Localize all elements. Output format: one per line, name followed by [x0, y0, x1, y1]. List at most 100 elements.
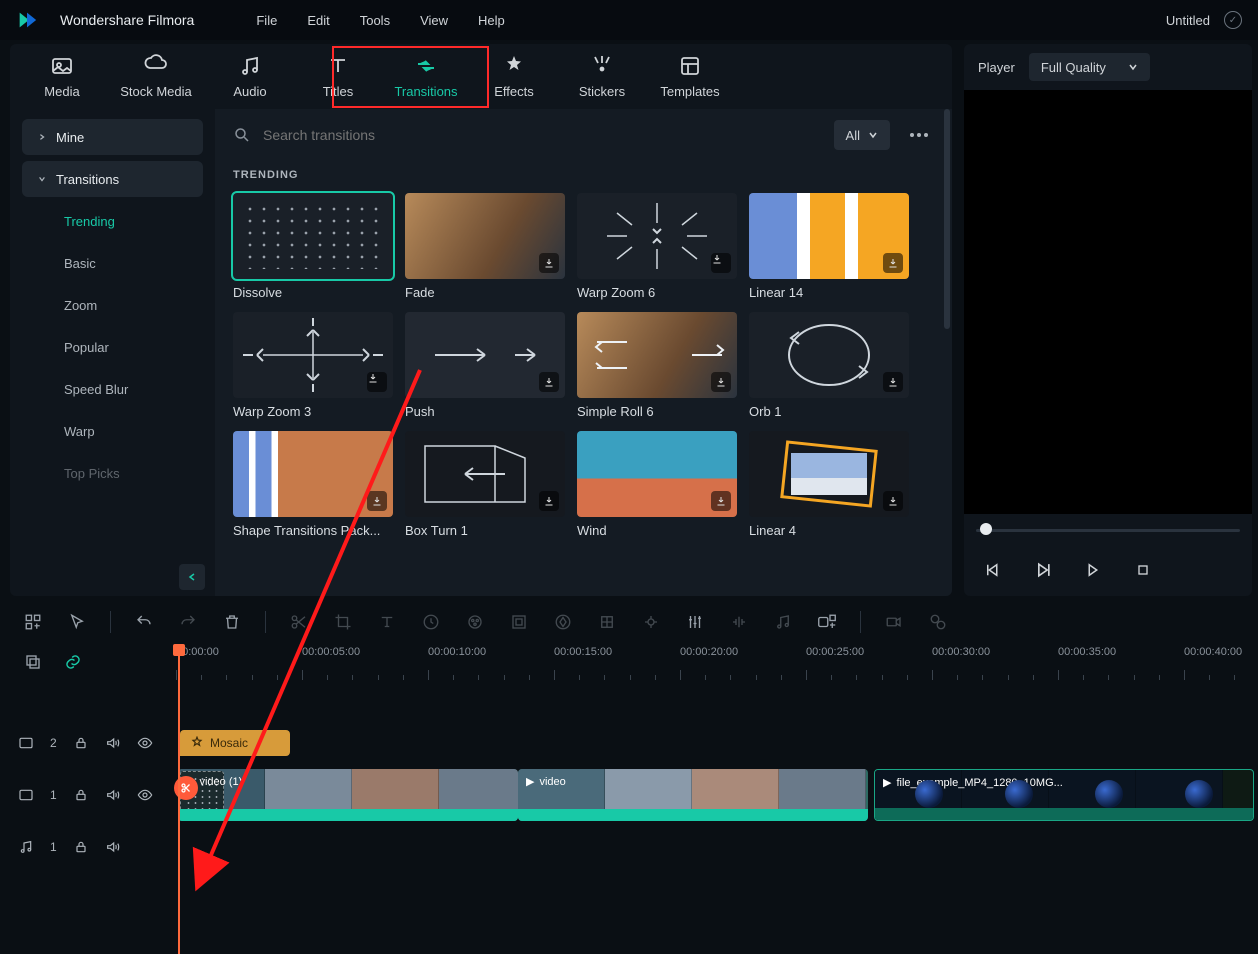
lock-icon[interactable]: [73, 735, 89, 751]
tab-stock-media[interactable]: Stock Media: [106, 46, 206, 107]
card-dissolve[interactable]: Dissolve: [233, 193, 393, 300]
sidebar-item-speed-blur[interactable]: Speed Blur: [22, 371, 203, 407]
visibility-icon[interactable]: [137, 735, 153, 751]
more-options-button[interactable]: [904, 133, 934, 137]
stop-button[interactable]: [1132, 559, 1154, 581]
ruler-label: 00:00:20:00: [680, 646, 738, 658]
download-icon[interactable]: [367, 372, 387, 392]
color-button[interactable]: [464, 611, 486, 633]
card-fade[interactable]: Fade: [405, 193, 565, 300]
timeline-add-icon[interactable]: [22, 651, 44, 673]
effect-icon: [190, 736, 204, 750]
music-button[interactable]: [772, 611, 794, 633]
lock-icon[interactable]: [73, 839, 89, 855]
prev-frame-button[interactable]: [982, 559, 1004, 581]
mixer-button[interactable]: [684, 611, 706, 633]
card-box-turn-1[interactable]: Box Turn 1: [405, 431, 565, 538]
text-button[interactable]: [376, 611, 398, 633]
tab-stickers[interactable]: Stickers: [558, 46, 646, 107]
play-button[interactable]: [1032, 559, 1054, 581]
record-button[interactable]: [883, 611, 905, 633]
download-icon[interactable]: [883, 253, 903, 273]
sidebar-item-warp[interactable]: Warp: [22, 413, 203, 449]
sidebar-item-zoom[interactable]: Zoom: [22, 287, 203, 323]
playhead[interactable]: [178, 644, 180, 954]
sidebar-transitions[interactable]: Transitions: [22, 161, 203, 197]
next-frame-button[interactable]: [1082, 559, 1104, 581]
tab-titles[interactable]: Titles: [294, 46, 382, 107]
download-icon[interactable]: [539, 253, 559, 273]
card-wind[interactable]: Wind: [577, 431, 737, 538]
detach-audio-button[interactable]: [640, 611, 662, 633]
clip-video-1[interactable]: ▶ video (1): [178, 769, 518, 821]
render-button[interactable]: [927, 611, 949, 633]
clip-video-2[interactable]: ▶ video: [518, 769, 868, 821]
crop-button[interactable]: [332, 611, 354, 633]
sidebar-collapse-button[interactable]: [179, 564, 205, 590]
menu-edit[interactable]: Edit: [307, 13, 329, 28]
audio-stretch-button[interactable]: [728, 611, 750, 633]
clip-effect-mosaic[interactable]: Mosaic: [180, 730, 290, 756]
time-ruler[interactable]: 00:00:0000:00:05:0000:00:10:0000:00:15:0…: [176, 644, 1258, 680]
select-tool-button[interactable]: [66, 611, 88, 633]
download-icon[interactable]: [883, 372, 903, 392]
card-linear-14[interactable]: Linear 14: [749, 193, 909, 300]
card-simple-roll-6[interactable]: Simple Roll 6: [577, 312, 737, 419]
tab-transitions[interactable]: Transitions: [382, 46, 470, 107]
app-logo-icon: [16, 9, 38, 31]
timeline-toolbar: [0, 600, 1258, 644]
undo-button[interactable]: [133, 611, 155, 633]
card-warp-zoom-6[interactable]: Warp Zoom 6: [577, 193, 737, 300]
preview-scrubber[interactable]: [976, 514, 1240, 544]
mute-icon[interactable]: [105, 787, 121, 803]
clip-video-3[interactable]: ▶ file_example_MP4_1280_10MG...: [874, 769, 1254, 821]
quality-dropdown[interactable]: Full Quality: [1029, 53, 1150, 81]
tab-effects[interactable]: Effects: [470, 46, 558, 107]
tab-templates[interactable]: Templates: [646, 46, 734, 107]
keyframe-button[interactable]: [552, 611, 574, 633]
menu-file[interactable]: File: [256, 13, 277, 28]
speed-button[interactable]: [420, 611, 442, 633]
visibility-icon[interactable]: [137, 787, 153, 803]
lock-icon[interactable]: [73, 787, 89, 803]
download-icon[interactable]: [883, 491, 903, 511]
preview-viewport[interactable]: [964, 90, 1252, 514]
tab-media[interactable]: Media: [18, 46, 106, 107]
cloud-sync-icon[interactable]: ✓: [1224, 11, 1242, 29]
card-push[interactable]: Push: [405, 312, 565, 419]
redo-button[interactable]: [177, 611, 199, 633]
download-icon[interactable]: [539, 491, 559, 511]
mask-button[interactable]: [508, 611, 530, 633]
menu-help[interactable]: Help: [478, 13, 505, 28]
mute-icon[interactable]: [105, 839, 121, 855]
search-input[interactable]: [263, 127, 563, 143]
sidebar-item-basic[interactable]: Basic: [22, 245, 203, 281]
download-icon[interactable]: [711, 372, 731, 392]
download-icon[interactable]: [711, 491, 731, 511]
sidebar-item-trending[interactable]: Trending: [22, 203, 203, 239]
tab-audio[interactable]: Audio: [206, 46, 294, 107]
filter-dropdown[interactable]: All: [834, 120, 890, 150]
scrollbar-thumb[interactable]: [944, 109, 950, 329]
card-warp-zoom-3[interactable]: Warp Zoom 3: [233, 312, 393, 419]
download-icon[interactable]: [367, 491, 387, 511]
delete-button[interactable]: [221, 611, 243, 633]
card-linear-4[interactable]: Linear 4: [749, 431, 909, 538]
download-icon[interactable]: [711, 253, 731, 273]
menu-tools[interactable]: Tools: [360, 13, 390, 28]
clip-label: ▶ video: [526, 775, 566, 788]
download-icon[interactable]: [539, 372, 559, 392]
title-bar: Wondershare Filmora File Edit Tools View…: [0, 0, 1258, 40]
sidebar-item-top-picks[interactable]: Top Picks: [22, 455, 203, 491]
sidebar-item-popular[interactable]: Popular: [22, 329, 203, 365]
sidebar-mine[interactable]: Mine: [22, 119, 203, 155]
split-button[interactable]: [288, 611, 310, 633]
card-orb-1[interactable]: Orb 1: [749, 312, 909, 419]
add-track-button[interactable]: [22, 611, 44, 633]
menu-view[interactable]: View: [420, 13, 448, 28]
timeline-link-icon[interactable]: [62, 651, 84, 673]
card-shape-transitions[interactable]: Shape Transitions Pack...: [233, 431, 393, 538]
mute-icon[interactable]: [105, 735, 121, 751]
marker-button[interactable]: [596, 611, 618, 633]
voiceover-button[interactable]: [816, 611, 838, 633]
